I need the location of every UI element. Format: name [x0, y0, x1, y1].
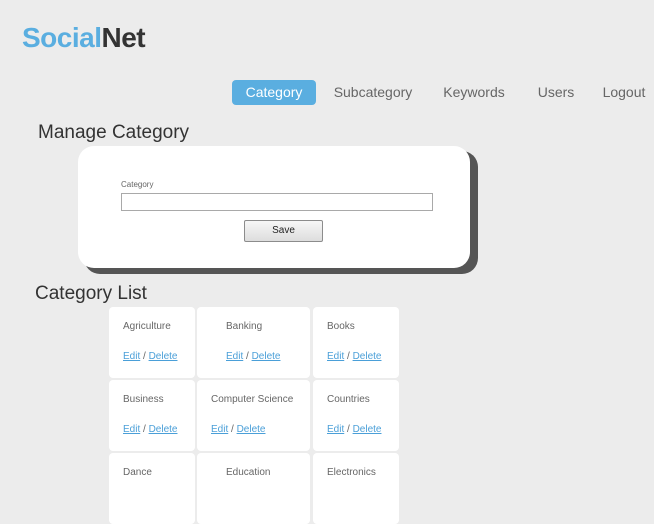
category-card: Education	[197, 453, 310, 524]
top-nav: Category Subcategory Keywords Users Logo…	[0, 80, 654, 105]
edit-link[interactable]: Edit	[327, 424, 344, 435]
action-separator: /	[344, 351, 353, 362]
edit-link[interactable]: Edit	[123, 351, 140, 362]
action-separator: /	[228, 424, 237, 435]
delete-link[interactable]: Delete	[149, 424, 178, 435]
nav-category[interactable]: Category	[232, 80, 316, 105]
category-list-heading: Category List	[35, 283, 147, 304]
action-separator: /	[243, 351, 252, 362]
category-name: Education	[226, 467, 271, 478]
delete-link[interactable]: Delete	[237, 424, 266, 435]
nav-users[interactable]: Users	[530, 80, 582, 105]
save-button[interactable]: Save	[244, 220, 323, 242]
nav-keywords[interactable]: Keywords	[439, 80, 509, 105]
edit-link[interactable]: Edit	[327, 351, 344, 362]
edit-link[interactable]: Edit	[211, 424, 228, 435]
category-name: Business	[123, 394, 164, 405]
category-card: Agriculture Edit / Delete	[109, 307, 195, 378]
delete-link[interactable]: Delete	[252, 351, 281, 362]
category-actions: Edit / Delete	[211, 424, 265, 435]
category-actions: Edit / Delete	[123, 424, 177, 435]
category-card: Books Edit / Delete	[313, 307, 399, 378]
category-input[interactable]	[121, 193, 433, 211]
edit-link[interactable]: Edit	[123, 424, 140, 435]
category-actions: Edit / Delete	[327, 351, 381, 362]
category-actions: Edit / Delete	[123, 351, 177, 362]
logo-part-net: Net	[101, 22, 146, 53]
category-field-label: Category	[121, 180, 154, 189]
category-card: Business Edit / Delete	[109, 380, 195, 451]
category-card: Countries Edit / Delete	[313, 380, 399, 451]
edit-link[interactable]: Edit	[226, 351, 243, 362]
logo-part-social: Social	[22, 22, 102, 53]
category-card: Dance	[109, 453, 195, 524]
category-actions: Edit / Delete	[327, 424, 381, 435]
logo: SocialNet	[22, 22, 146, 54]
category-name: Dance	[123, 467, 152, 478]
category-name: Banking	[226, 321, 263, 332]
category-name: Agriculture	[123, 321, 171, 332]
delete-link[interactable]: Delete	[149, 351, 178, 362]
delete-link[interactable]: Delete	[353, 424, 382, 435]
action-separator: /	[140, 351, 149, 362]
category-card: Computer Science Edit / Delete	[197, 380, 310, 451]
nav-logout[interactable]: Logout	[594, 80, 654, 105]
category-card: Banking Edit / Delete	[197, 307, 310, 378]
category-card: Electronics	[313, 453, 399, 524]
action-separator: /	[344, 424, 353, 435]
delete-link[interactable]: Delete	[353, 351, 382, 362]
category-actions: Edit / Delete	[226, 351, 280, 362]
manage-category-heading: Manage Category	[38, 122, 190, 143]
nav-subcategory[interactable]: Subcategory	[331, 80, 415, 105]
category-name: Countries	[327, 394, 370, 405]
action-separator: /	[140, 424, 149, 435]
category-name: Electronics	[327, 467, 376, 478]
category-name: Computer Science	[211, 394, 294, 405]
category-name: Books	[327, 321, 355, 332]
